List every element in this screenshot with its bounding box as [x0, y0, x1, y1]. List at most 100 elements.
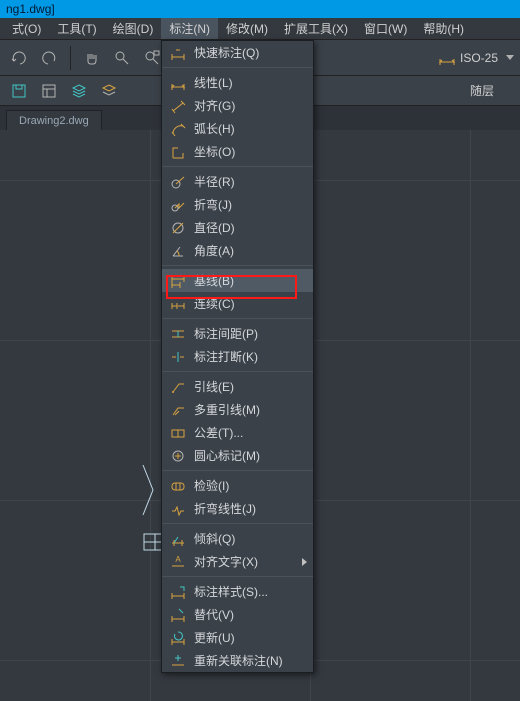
layers-icon[interactable]: [66, 78, 92, 104]
menu-dimension[interactable]: 标注(N): [161, 18, 218, 39]
dropdown-arrow-icon: [506, 55, 514, 60]
baseline-icon: [168, 272, 188, 290]
menu-separator: [162, 166, 313, 167]
menu-item-label: 角度(A): [194, 242, 305, 259]
angular-icon: [168, 242, 188, 260]
linear-icon: [168, 74, 188, 92]
menu-item-label: 线性(L): [194, 74, 305, 91]
menu-item-label: 圆心标记(M): [194, 447, 305, 464]
dimension-dropdown-menu: 快速标注(Q) 线性(L) 对齐(G) 弧长(H) 坐标(O) 半径(R) 折弯(J) 直径(…: [161, 40, 314, 673]
oblique-icon: [168, 530, 188, 548]
menu-item-tolerance[interactable]: 公差(T)...: [162, 421, 313, 444]
menu-item-label: 标注打断(K): [194, 348, 305, 365]
menu-item-arc-length[interactable]: 弧长(H): [162, 117, 313, 140]
menu-item-label: 多重引线(M): [194, 401, 305, 418]
menu-separator: [162, 371, 313, 372]
menu-item-label: 坐标(O): [194, 143, 305, 160]
override-icon: [168, 606, 188, 624]
layer-bylayer-value[interactable]: 随层: [470, 82, 514, 99]
menu-separator: [162, 470, 313, 471]
svg-text:A: A: [175, 555, 181, 564]
continue-icon: [168, 295, 188, 313]
jogged-icon: [168, 196, 188, 214]
menu-modify[interactable]: 修改(M): [218, 18, 276, 39]
dim-style-icon: [168, 583, 188, 601]
menu-item-override[interactable]: 替代(V): [162, 603, 313, 626]
menu-item-diameter[interactable]: 直径(D): [162, 216, 313, 239]
menu-draw[interactable]: 绘图(D): [105, 18, 162, 39]
center-mark-icon: [168, 447, 188, 465]
dim-space-icon: [168, 325, 188, 343]
save-icon[interactable]: [6, 78, 32, 104]
menu-item-angular[interactable]: 角度(A): [162, 239, 313, 262]
radius-icon: [168, 173, 188, 191]
menu-item-ordinate[interactable]: 坐标(O): [162, 140, 313, 163]
menu-item-label: 重新关联标注(N): [194, 652, 305, 669]
menu-item-label: 对齐文字(X): [194, 553, 305, 570]
redo-dropdown-icon[interactable]: [36, 45, 62, 71]
document-tab[interactable]: Drawing2.dwg: [6, 110, 102, 130]
menu-item-oblique[interactable]: 倾斜(Q): [162, 527, 313, 550]
arc-length-icon: [168, 120, 188, 138]
menu-item-quick-dim[interactable]: 快速标注(Q): [162, 41, 313, 64]
layer-state-icon[interactable]: [96, 78, 122, 104]
undo-dropdown-icon[interactable]: [6, 45, 32, 71]
mleader-icon: [168, 401, 188, 419]
leader-icon: [168, 378, 188, 396]
menu-item-mleader[interactable]: 多重引线(M): [162, 398, 313, 421]
menu-item-label: 折弯(J): [194, 196, 305, 213]
menu-separator: [162, 318, 313, 319]
aligned-icon: [168, 97, 188, 115]
menu-item-label: 引线(E): [194, 378, 305, 395]
menu-item-aligned[interactable]: 对齐(G): [162, 94, 313, 117]
diameter-icon: [168, 219, 188, 237]
menu-item-label: 连续(C): [194, 295, 305, 312]
jog-linear-icon: [168, 500, 188, 518]
reassoc-icon: [168, 652, 188, 670]
dim-break-icon: [168, 348, 188, 366]
menu-item-center-mark[interactable]: 圆心标记(M): [162, 444, 313, 467]
menu-format[interactable]: 式(O): [4, 18, 49, 39]
quick-dim-icon: [168, 44, 188, 62]
title-bar: ng1.dwg]: [0, 0, 520, 18]
menu-item-radius[interactable]: 半径(R): [162, 170, 313, 193]
menu-item-inspect[interactable]: 检验(I): [162, 474, 313, 497]
menu-item-update[interactable]: 更新(U): [162, 626, 313, 649]
menu-item-leader[interactable]: 引线(E): [162, 375, 313, 398]
menu-item-continue[interactable]: 连续(C): [162, 292, 313, 315]
menu-item-label: 快速标注(Q): [194, 44, 305, 61]
menu-item-label: 直径(D): [194, 219, 305, 236]
properties-icon[interactable]: [36, 78, 62, 104]
menu-item-label: 更新(U): [194, 629, 305, 646]
menu-item-dim-break[interactable]: 标注打断(K): [162, 345, 313, 368]
pan-icon[interactable]: [79, 45, 105, 71]
title-text: ng1.dwg]: [6, 2, 55, 16]
menu-item-baseline[interactable]: 基线(B): [162, 269, 313, 292]
menu-item-linear[interactable]: 线性(L): [162, 71, 313, 94]
menu-extension[interactable]: 扩展工具(X): [276, 18, 356, 39]
menu-bar: 式(O) 工具(T) 绘图(D) 标注(N) 修改(M) 扩展工具(X) 窗口(…: [0, 18, 520, 40]
zoom-icon[interactable]: [109, 45, 135, 71]
menu-separator: [162, 265, 313, 266]
menu-item-label: 半径(R): [194, 173, 305, 190]
menu-item-label: 基线(B): [194, 272, 305, 289]
align-text-icon: A: [168, 553, 188, 571]
dim-icon: [438, 49, 456, 67]
menu-item-jog-linear[interactable]: 折弯线性(J): [162, 497, 313, 520]
menu-item-dim-style[interactable]: 标注样式(S)...: [162, 580, 313, 603]
menu-item-dim-space[interactable]: 标注间距(P): [162, 322, 313, 345]
submenu-arrow-icon: [302, 558, 307, 566]
menu-tools[interactable]: 工具(T): [49, 18, 104, 39]
menu-help[interactable]: 帮助(H): [415, 18, 472, 39]
document-tab-label: Drawing2.dwg: [19, 115, 89, 127]
menu-item-align-text[interactable]: A 对齐文字(X): [162, 550, 313, 573]
update-icon: [168, 629, 188, 647]
menu-item-reassoc[interactable]: 重新关联标注(N): [162, 649, 313, 672]
dim-style-combo[interactable]: ISO-25: [438, 49, 514, 67]
menu-separator: [162, 523, 313, 524]
menu-item-jogged[interactable]: 折弯(J): [162, 193, 313, 216]
menu-window[interactable]: 窗口(W): [356, 18, 415, 39]
menu-item-label: 弧长(H): [194, 120, 305, 137]
ordinate-icon: [168, 143, 188, 161]
menu-item-label: 替代(V): [194, 606, 305, 623]
